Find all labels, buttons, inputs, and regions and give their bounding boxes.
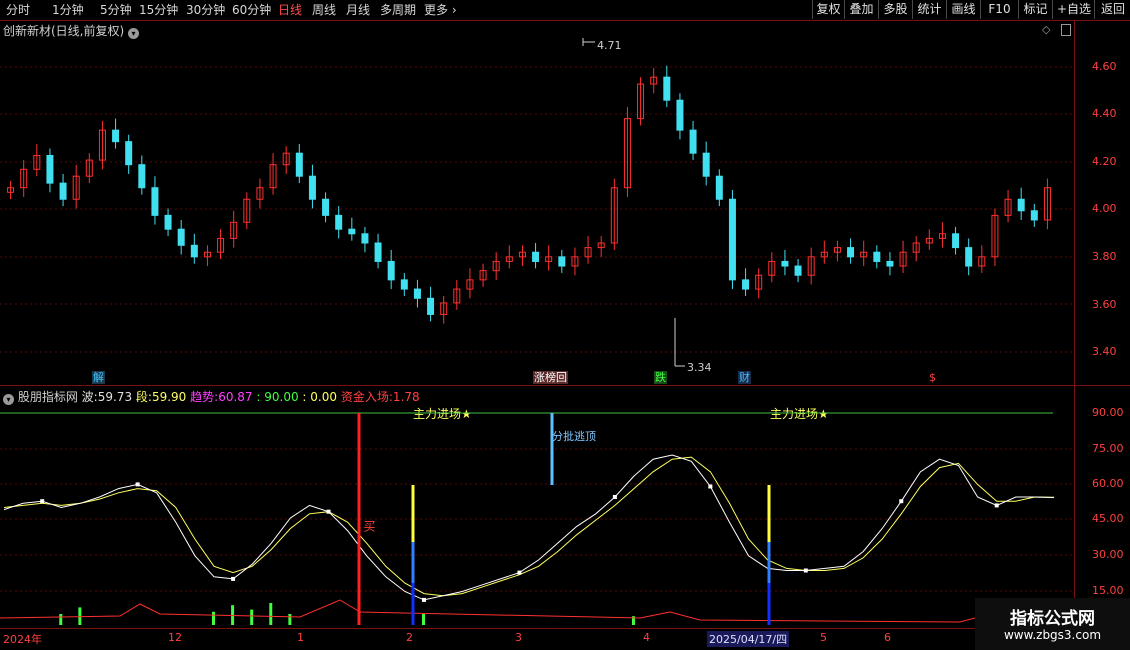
fund-bar [212,611,215,625]
candle-body [125,141,133,166]
high-marker [582,38,595,46]
candle-body [361,233,369,244]
wave-dot [231,576,236,581]
wave-line [3,454,1055,601]
candle-body [794,265,802,276]
price-axis-label: 4.20 [1092,155,1117,168]
watermark: 指标公式网 www.zbgs3.com [975,598,1130,650]
wave-dot [994,503,999,508]
wave-dot [40,499,45,504]
wave-dot [135,482,140,487]
candle-body [46,154,54,184]
candle-body [138,164,146,189]
price-axis-label: 4.60 [1092,60,1117,73]
candle-body [190,244,198,258]
candle-body [663,76,671,101]
low-marker [674,318,685,367]
candle-body [689,129,697,154]
candle-body [676,99,684,131]
candle-body [702,152,710,177]
candle-body [742,279,750,290]
indicator-axis-label: 75.00 [1092,442,1124,455]
segment-line [3,456,1055,597]
price-axis-label: 3.40 [1092,345,1117,358]
candle-body [873,251,881,262]
candle-body [886,260,894,267]
candle-body [413,288,421,299]
wave-dot [326,509,331,514]
candle-body [151,187,159,216]
wave-dot [517,570,522,575]
candle-body [322,198,330,216]
wave-dot [612,495,617,499]
candle-body [348,228,356,235]
indicator-axis-label: 45.00 [1092,512,1124,525]
price-axis-label: 4.40 [1092,107,1117,120]
fund-bar [250,609,254,625]
candle-body [965,247,973,267]
back-button[interactable]: 返回 [1094,0,1130,19]
candle-body [1017,198,1025,212]
axis-divider [1074,21,1075,628]
candle-body [715,175,723,200]
candle-body [335,214,343,230]
candle-body [728,198,736,281]
indicator-axis-label: 90.00 [1092,406,1124,419]
wave-dot [899,499,904,504]
wave-dot [803,568,808,573]
chart-canvas[interactable] [0,0,1074,650]
candle-body [164,214,172,230]
candle-body [112,129,120,143]
candle-body [781,260,789,267]
fund-bar [59,614,63,625]
indicator-axis-label: 60.00 [1092,477,1124,490]
price-axis-label: 3.80 [1092,250,1117,263]
candle-body [59,182,67,200]
fund-bar [422,614,425,625]
fund-bar [288,614,292,625]
wave-dot [708,484,713,489]
fund-curve [0,599,976,623]
candle-body [1030,210,1038,221]
watermark-title: 指标公式网 [1010,609,1095,629]
candle-body [387,260,395,281]
watermark-url: www.zbgs3.com [1003,628,1102,642]
candle-body [374,242,382,262]
indicator-axis-label: 30.00 [1092,548,1124,561]
candle-body [952,233,960,249]
candle-body [558,256,566,267]
wave-dot [422,597,426,602]
candle-body [847,247,855,258]
candle-body [295,152,303,177]
indicator-axis-label: 15.00 [1092,584,1124,597]
price-axis-label: 4.00 [1092,202,1117,215]
candle-body [427,297,435,315]
candle-body [308,175,316,200]
candle-body [400,279,408,290]
fund-bar [269,603,273,625]
candle-body [532,251,540,262]
price-axis-label: 3.60 [1092,298,1117,311]
candle-body [177,228,185,246]
